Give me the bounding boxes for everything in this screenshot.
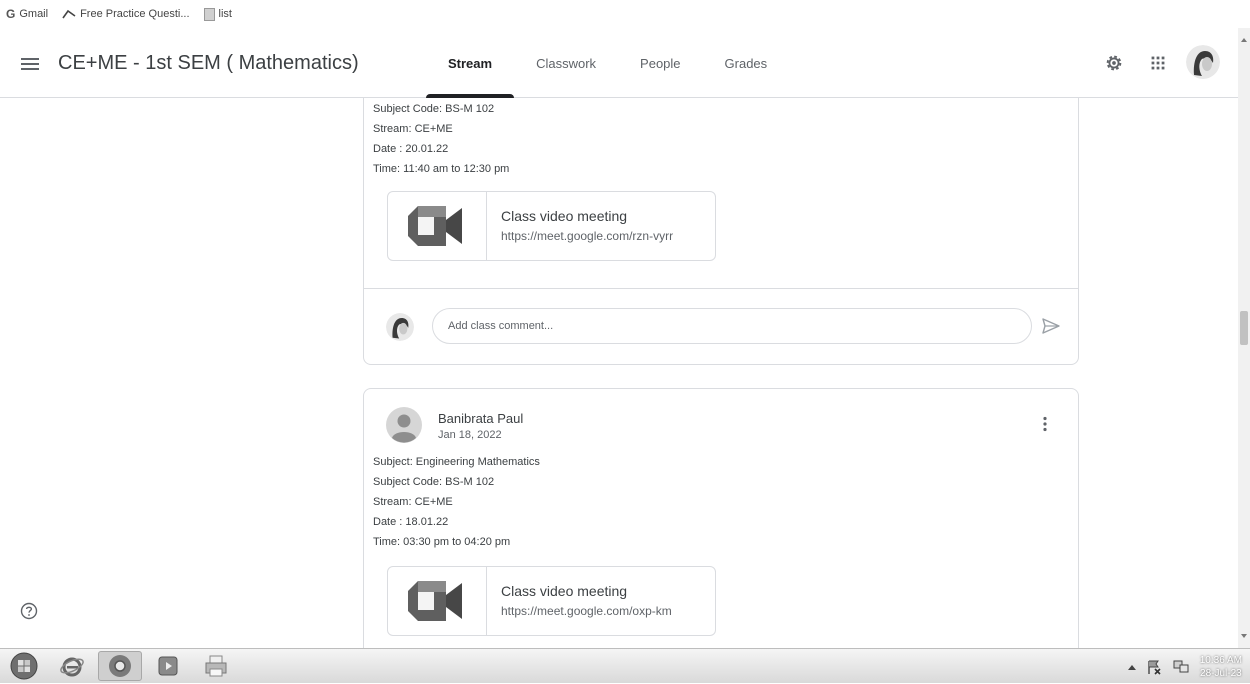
bookmark-label: Free Practice Questi...: [80, 8, 190, 20]
class-title[interactable]: CE+ME - 1st SEM ( Mathematics): [58, 52, 359, 75]
scroll-up-arrow-icon[interactable]: [1241, 38, 1247, 42]
announcement-line: Time: 11:40 am to 12:30 pm: [373, 163, 510, 175]
windows-start-orb-icon: [10, 652, 38, 680]
user-avatar[interactable]: [1186, 45, 1220, 79]
bookmark-list[interactable]: list: [203, 7, 232, 21]
clock-time: 10:36 AM: [1199, 654, 1242, 666]
announcement-line: Date : 18.01.22: [373, 516, 449, 528]
bookmark-label: list: [218, 8, 232, 20]
attachment-thumbnail: [388, 567, 487, 635]
more-vert-icon[interactable]: [1036, 415, 1054, 433]
scroll-thumb[interactable]: [1240, 311, 1248, 345]
announcement-card: Banibrata Paul Jan 18, 2022 Subject: Eng…: [363, 388, 1079, 648]
bookmark-free-practice[interactable]: Free Practice Questi...: [62, 8, 190, 20]
post-date: Jan 18, 2022: [438, 429, 502, 441]
tab-stream[interactable]: Stream: [426, 28, 515, 98]
action-center-flag-icon[interactable]: [1146, 659, 1162, 675]
announcement-line: Subject: Engineering Mathematics: [373, 456, 540, 468]
windows-taskbar: 10:36 AM 28-Jul-23: [0, 648, 1250, 683]
apps-grid-icon[interactable]: [1147, 52, 1169, 74]
attachment-title: Class video meeting: [501, 208, 628, 224]
page-scrollbar[interactable]: [1238, 28, 1250, 648]
taskbar-media-player[interactable]: [146, 651, 190, 681]
class-comment-input[interactable]: [432, 308, 1032, 344]
gear-icon[interactable]: [1103, 52, 1125, 74]
network-icon[interactable]: [1172, 659, 1190, 675]
bookmark-gmail[interactable]: G Gmail: [6, 7, 48, 21]
bookmark-label: Gmail: [19, 8, 49, 20]
printer-icon: [205, 655, 227, 677]
chrome-icon: [109, 655, 131, 677]
announcement-card: Subject Code: BS-M 102 Stream: CE+ME Dat…: [363, 98, 1079, 365]
system-tray: 10:36 AM 28-Jul-23: [1127, 649, 1242, 684]
bookmarks-bar: G Gmail Free Practice Questi... list: [0, 0, 1250, 28]
announcement-body: Subject Code: BS-M 102 Stream: CE+ME Dat…: [373, 99, 509, 179]
stream-feed: Subject Code: BS-M 102 Stream: CE+ME Dat…: [0, 98, 1238, 648]
author-avatar[interactable]: [386, 407, 422, 443]
author-name[interactable]: Banibrata Paul: [438, 411, 523, 426]
taskbar-printer[interactable]: [194, 651, 238, 681]
announcement-line: Subject Code: BS-M 102: [373, 476, 495, 488]
help-icon[interactable]: [20, 602, 38, 620]
clock-date: 28-Jul-23: [1200, 667, 1242, 679]
attachment-thumbnail: [388, 192, 487, 260]
bookmark-logo-icon: [62, 9, 76, 19]
internet-explorer-icon: [60, 657, 84, 677]
document-icon: [203, 7, 215, 21]
meet-video-icon: [408, 581, 462, 621]
announcement-line: Stream: CE+ME: [373, 496, 453, 508]
taskbar-clock[interactable]: 10:36 AM 28-Jul-23: [1200, 654, 1242, 680]
meet-attachment[interactable]: Class video meeting https://meet.google.…: [387, 191, 716, 261]
announcement-line: Time: 03:30 pm to 04:20 pm: [373, 536, 511, 548]
comment-section: [364, 288, 1078, 365]
attachment-title: Class video meeting: [501, 583, 628, 599]
app-header: CE+ME - 1st SEM ( Mathematics) Stream Cl…: [0, 28, 1250, 98]
meet-attachment[interactable]: Class video meeting https://meet.google.…: [387, 566, 716, 636]
start-button[interactable]: [2, 651, 46, 681]
hamburger-menu-icon[interactable]: [18, 52, 42, 76]
announcement-line: Subject Code: BS-M 102: [373, 103, 495, 115]
tab-classwork[interactable]: Classwork: [514, 28, 618, 98]
media-player-icon: [158, 656, 178, 676]
attachment-url: https://meet.google.com/rzn-vyrr: [501, 229, 674, 243]
attachment-url: https://meet.google.com/oxp-km: [501, 604, 672, 618]
taskbar-chrome[interactable]: [98, 651, 142, 681]
show-hidden-icons-arrow-icon[interactable]: [1127, 664, 1136, 670]
scroll-down-arrow-icon[interactable]: [1241, 634, 1247, 638]
meet-video-icon: [408, 206, 462, 246]
announcement-line: Stream: CE+ME: [373, 123, 453, 135]
commenter-avatar: [386, 313, 414, 341]
send-icon[interactable]: [1041, 316, 1061, 336]
tab-grades[interactable]: Grades: [703, 28, 790, 98]
announcement-line: Date : 20.01.22: [373, 143, 449, 155]
taskbar-internet-explorer[interactable]: [50, 651, 94, 681]
tab-bar: Stream Classwork People Grades: [426, 28, 789, 98]
tab-people[interactable]: People: [618, 28, 702, 98]
announcement-body: Subject: Engineering Mathematics Subject…: [373, 452, 540, 552]
google-g-icon: G: [6, 7, 16, 21]
